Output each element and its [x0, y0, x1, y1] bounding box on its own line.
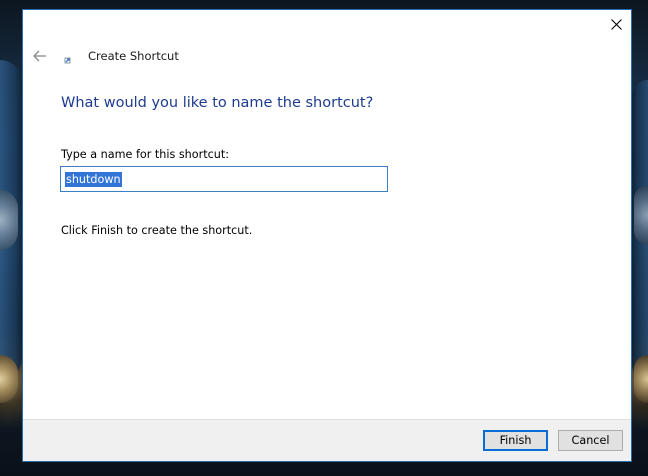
back-arrow-icon [33, 47, 47, 66]
shortcut-name-label: Type a name for this shortcut: [61, 148, 230, 161]
cancel-button[interactable]: Cancel [558, 430, 623, 451]
wallpaper-headlight-right [634, 185, 648, 245]
window-title: Create Shortcut [88, 49, 179, 63]
page-heading: What would you like to name the shortcut… [61, 95, 374, 111]
back-button[interactable] [28, 44, 52, 68]
create-shortcut-dialog: Create Shortcut What would you like to n… [22, 9, 632, 462]
wallpaper-foglight-right [634, 355, 648, 403]
close-button[interactable] [601, 10, 631, 38]
wallpaper-headlight-left [0, 190, 18, 250]
shortcut-name-input[interactable]: shutdown [60, 166, 388, 192]
shortcut-name-selected-text: shutdown [65, 171, 122, 187]
finish-button[interactable]: Finish [483, 430, 548, 451]
close-icon [610, 18, 622, 30]
wizard-nav-row: Create Shortcut [23, 44, 423, 68]
shortcut-wizard-icon [61, 51, 75, 65]
finish-hint-text: Click Finish to create the shortcut. [61, 224, 253, 237]
dialog-footer: Finish Cancel [23, 419, 631, 461]
